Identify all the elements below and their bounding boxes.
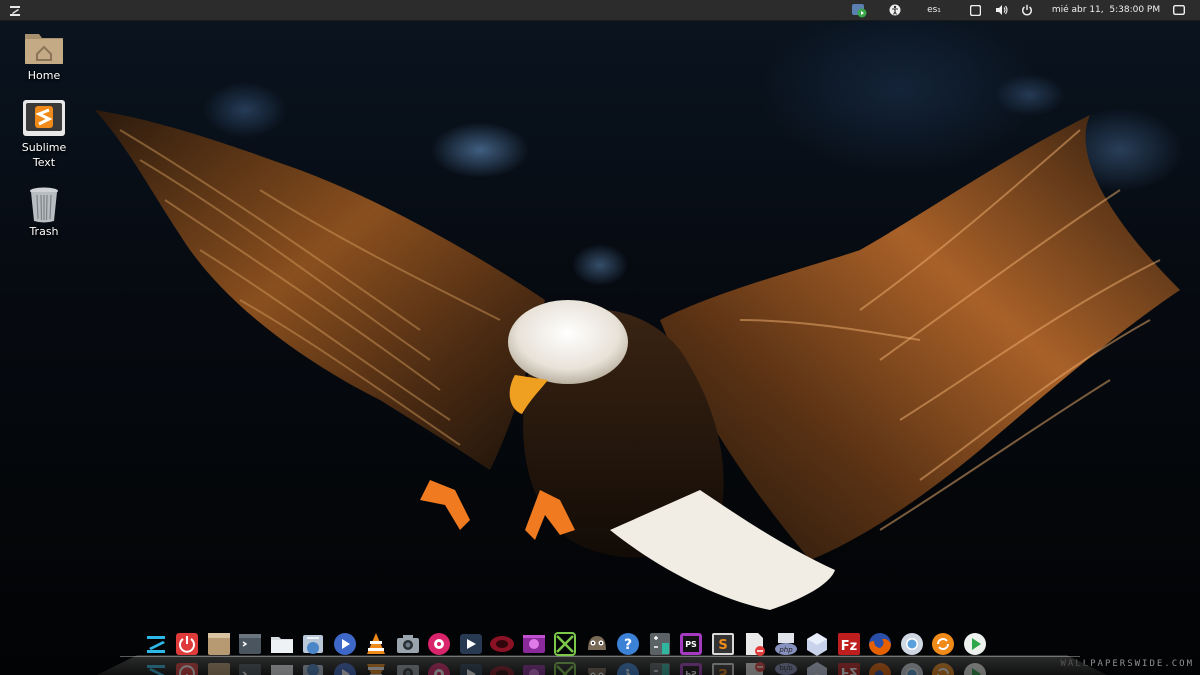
zorin-logo-icon[interactable] — [8, 3, 22, 17]
help-icon: ? — [617, 633, 640, 655]
cube-app-icon — [807, 633, 828, 656]
php-icon: php — [774, 633, 797, 655]
vlc-icon — [367, 633, 386, 654]
media-player-icon[interactable] — [850, 0, 868, 20]
play-store-icon — [963, 633, 986, 655]
dock-item-hardware[interactable] — [487, 628, 519, 660]
dock-item-filezilla[interactable]: Fz — [833, 628, 865, 660]
dock-item-play-store[interactable] — [959, 628, 991, 660]
dock-item-calculator[interactable] — [644, 628, 676, 660]
dock-item-updater[interactable] — [928, 628, 960, 660]
volume-icon[interactable] — [994, 0, 1008, 20]
dock-item-media-player[interactable] — [329, 628, 361, 660]
workspace-icon[interactable] — [968, 0, 982, 20]
dock-item-chromium[interactable] — [896, 628, 928, 660]
accessibility-icon[interactable] — [888, 0, 902, 20]
video-editor-icon — [522, 635, 545, 653]
keyboard-layout-indicator[interactable]: es₁ — [924, 0, 944, 20]
desktop-icon-label: Home — [27, 69, 61, 82]
dock-item-text-editor[interactable] — [739, 628, 771, 660]
dock-item-phpstorm[interactable]: PS — [676, 628, 708, 660]
updater-icon — [932, 633, 955, 655]
music-icon — [428, 633, 451, 655]
dock: ? PS Sphp Fz — [140, 628, 991, 660]
dock-item-gimp[interactable] — [581, 628, 613, 660]
dock-item-xarchiver[interactable] — [550, 628, 582, 660]
media-player-icon — [333, 633, 356, 655]
dock-item-vlc[interactable] — [361, 628, 393, 660]
dock-item-help[interactable]: ? — [613, 628, 645, 660]
desktop-icon-sublime-text[interactable]: Sublime Text — [4, 98, 84, 170]
sublime-dock-icon: S — [711, 633, 734, 655]
svg-text:Fz: Fz — [841, 639, 857, 654]
shutdown-icon — [176, 633, 199, 655]
text-editor-icon — [746, 633, 766, 656]
window-icon[interactable] — [1172, 0, 1186, 20]
zorin-menu-icon — [146, 636, 165, 653]
firefox-icon — [869, 633, 892, 655]
desktop-icon-trash[interactable]: Trash — [4, 186, 84, 239]
desktop-icon-label: Trash — [29, 225, 59, 238]
dock-item-folder[interactable] — [266, 628, 298, 660]
eagle-illustration — [95, 110, 1180, 610]
dock-item-camera[interactable] — [392, 628, 424, 660]
chromium-icon — [900, 633, 923, 655]
desktop-icon-home[interactable]: Home — [4, 28, 84, 83]
top-panel: es₁ mié abr 11, 5:38:00 PM — [0, 0, 1200, 21]
terminal-icon — [239, 634, 262, 654]
dock-item-music[interactable] — [424, 628, 456, 660]
power-icon[interactable] — [1020, 0, 1034, 20]
svg-text:S: S — [718, 638, 727, 653]
dock-item-firefox[interactable] — [865, 628, 897, 660]
system-tray: es₁ mié abr 11, 5:38:00 PM — [850, 0, 1200, 20]
svg-text:php: php — [778, 646, 793, 654]
svg-text:PS: PS — [685, 640, 697, 649]
desktop-wallpaper: WALLPAPERSWIDE.COM — [0, 0, 1200, 675]
dock-item-zorin-menu[interactable] — [140, 628, 172, 660]
dock-item-files-manager[interactable] — [203, 628, 235, 660]
home-folder-icon — [25, 34, 63, 64]
trash-icon — [30, 187, 58, 223]
gimp-icon — [587, 636, 606, 650]
hardware-icon — [490, 636, 515, 652]
calculator-icon — [649, 633, 670, 655]
mail-icon — [303, 635, 324, 654]
files-manager-icon — [207, 633, 230, 655]
sublime-text-icon — [23, 100, 65, 136]
dock-item-php[interactable]: php — [770, 628, 802, 660]
svg-text:?: ? — [624, 637, 632, 653]
dock-item-sublime-dock[interactable]: S — [707, 628, 739, 660]
dock-item-video-editor[interactable] — [518, 628, 550, 660]
clock[interactable]: mié abr 11, 5:38:00 PM — [1052, 0, 1160, 20]
filezilla-icon: Fz — [837, 633, 860, 655]
dock-item-shutdown[interactable] — [172, 628, 204, 660]
dock-item-mail[interactable] — [298, 628, 330, 660]
dock-item-terminal[interactable] — [235, 628, 267, 660]
camera-icon — [396, 635, 419, 653]
video-player-icon — [459, 634, 482, 654]
phpstorm-icon: PS — [680, 633, 703, 655]
desktop-icon-label: Sublime Text — [21, 141, 67, 169]
dock-item-cube-app[interactable] — [802, 628, 834, 660]
dock-item-video-player[interactable] — [455, 628, 487, 660]
folder-icon — [270, 637, 293, 653]
xarchiver-icon — [554, 632, 577, 656]
